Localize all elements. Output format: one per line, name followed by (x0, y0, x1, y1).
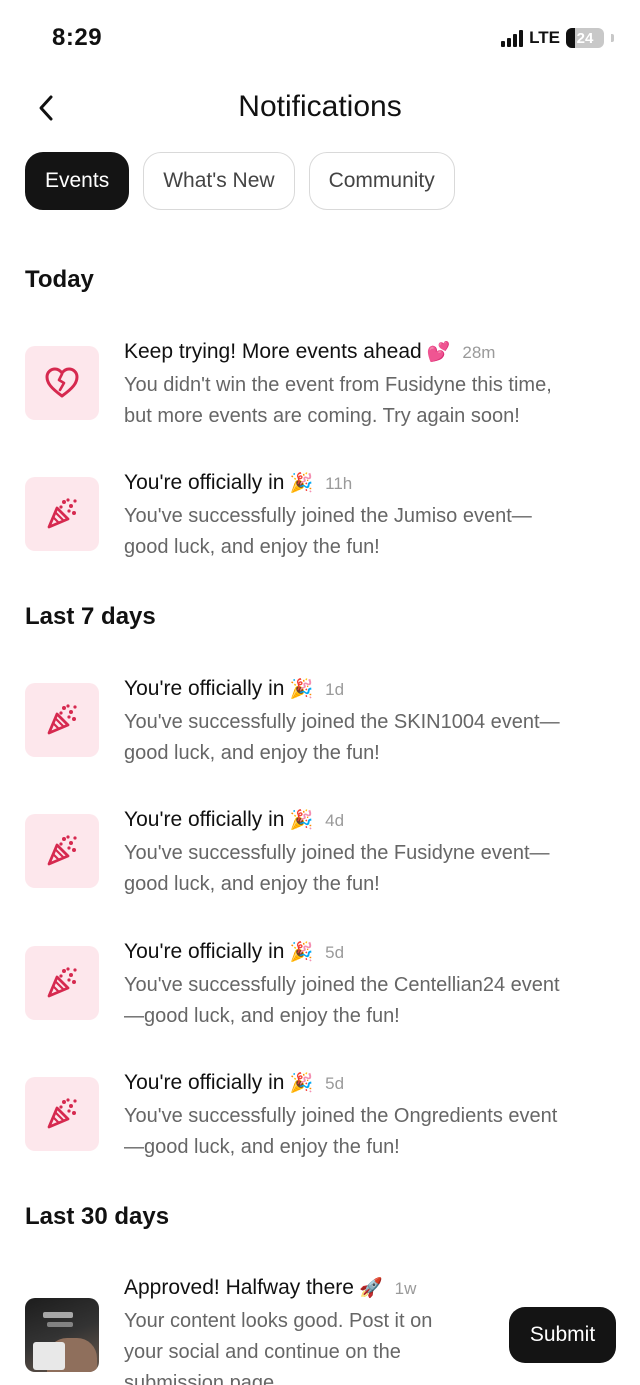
party-popper-emoji: 🎉 (289, 473, 314, 494)
party-popper-icon (25, 477, 99, 551)
notification-body-line: You didn't win the event from Fusidyne t… (124, 374, 552, 396)
tab-events[interactable]: Events (25, 152, 130, 210)
submit-button[interactable]: Submit (509, 1307, 616, 1363)
notification-body-line: You've successfully joined the SKIN1004 … (124, 711, 560, 733)
notification-title: You're officially in (124, 1071, 285, 1094)
two-hearts-emoji: 💕 (426, 342, 451, 363)
section-today: Today (25, 266, 94, 293)
party-popper-icon (25, 683, 99, 757)
tab-bar: Events What's New Community (25, 152, 455, 210)
status-indicators: LTE 24 (501, 28, 614, 48)
notification-body-line: good luck, and enjoy the fun! (124, 536, 380, 558)
notification-body-line: Your content looks good. Post it on (124, 1310, 433, 1332)
battery-level: 24 (576, 29, 594, 47)
notification-time: 5d (325, 943, 345, 962)
party-popper-emoji: 🎉 (289, 942, 314, 963)
notification-body-line: —good luck, and enjoy the fun! (124, 1005, 400, 1027)
notification-title: You're officially in (124, 471, 285, 494)
tab-community[interactable]: Community (308, 152, 455, 210)
notification-body-line: You've successfully joined the Jumiso ev… (124, 505, 532, 527)
section-last-30-days: Last 30 days (25, 1203, 170, 1230)
notification-item[interactable]: You're officially in 🎉 1d You've success… (25, 677, 615, 787)
notification-title: You're officially in (124, 808, 285, 831)
content-thumbnail[interactable] (25, 1298, 99, 1372)
section-last-7-days: Last 7 days (25, 603, 156, 630)
notification-title: Keep trying! More events ahead (124, 340, 422, 363)
party-popper-icon (25, 946, 99, 1020)
notification-title: You're officially in (124, 677, 285, 700)
notification-time: 1d (325, 680, 345, 699)
party-popper-emoji: 🎉 (289, 679, 314, 700)
notification-item[interactable]: You're officially in 🎉 4d You've success… (25, 808, 615, 918)
battery-icon: 24 (566, 28, 604, 48)
network-label: LTE (529, 28, 560, 47)
status-time: 8:29 (52, 24, 103, 51)
notification-body-line: You've successfully joined the Fusidyne … (124, 842, 550, 864)
notification-body-line: but more events are coming. Try again so… (124, 405, 520, 427)
notification-time: 11h (325, 474, 353, 493)
party-popper-emoji: 🎉 (289, 810, 314, 831)
status-bar: 8:29 LTE 24 (0, 0, 640, 76)
notification-item[interactable]: You're officially in 🎉 11h You've succes… (25, 471, 615, 581)
notification-item[interactable]: You're officially in 🎉 5d You've success… (25, 940, 615, 1050)
party-popper-icon (25, 814, 99, 888)
notification-body-line: good luck, and enjoy the fun! (124, 742, 380, 764)
party-popper-icon (25, 1077, 99, 1151)
notification-body-line: submission page (124, 1372, 275, 1385)
notification-body-line: —good luck, and enjoy the fun! (124, 1136, 400, 1158)
header: Notifications (0, 78, 640, 138)
notification-title: You're officially in (124, 940, 285, 963)
notification-time: 1w (394, 1279, 417, 1298)
notification-title: Approved! Halfway there (124, 1276, 354, 1299)
page-title: Notifications (238, 90, 402, 123)
broken-heart-icon (25, 346, 99, 420)
rocket-emoji: 🚀 (358, 1278, 383, 1299)
notification-time: 4d (325, 811, 345, 830)
notification-time: 28m (462, 343, 496, 362)
notification-item[interactable]: You're officially in 🎉 5d You've success… (25, 1071, 615, 1181)
notification-body-line: good luck, and enjoy the fun! (124, 873, 380, 895)
signal-icon (501, 29, 524, 47)
notification-time: 5d (325, 1074, 345, 1093)
notification-body-line: You've successfully joined the Ongredien… (124, 1105, 558, 1127)
notification-body-line: You've successfully joined the Centellia… (124, 974, 560, 996)
notification-body-line: your social and continue on the (124, 1341, 401, 1363)
tab-whats-new[interactable]: What's New (143, 152, 295, 210)
notification-item[interactable]: Keep trying! More events ahead 💕 28m You… (25, 340, 615, 450)
party-popper-emoji: 🎉 (289, 1073, 314, 1094)
